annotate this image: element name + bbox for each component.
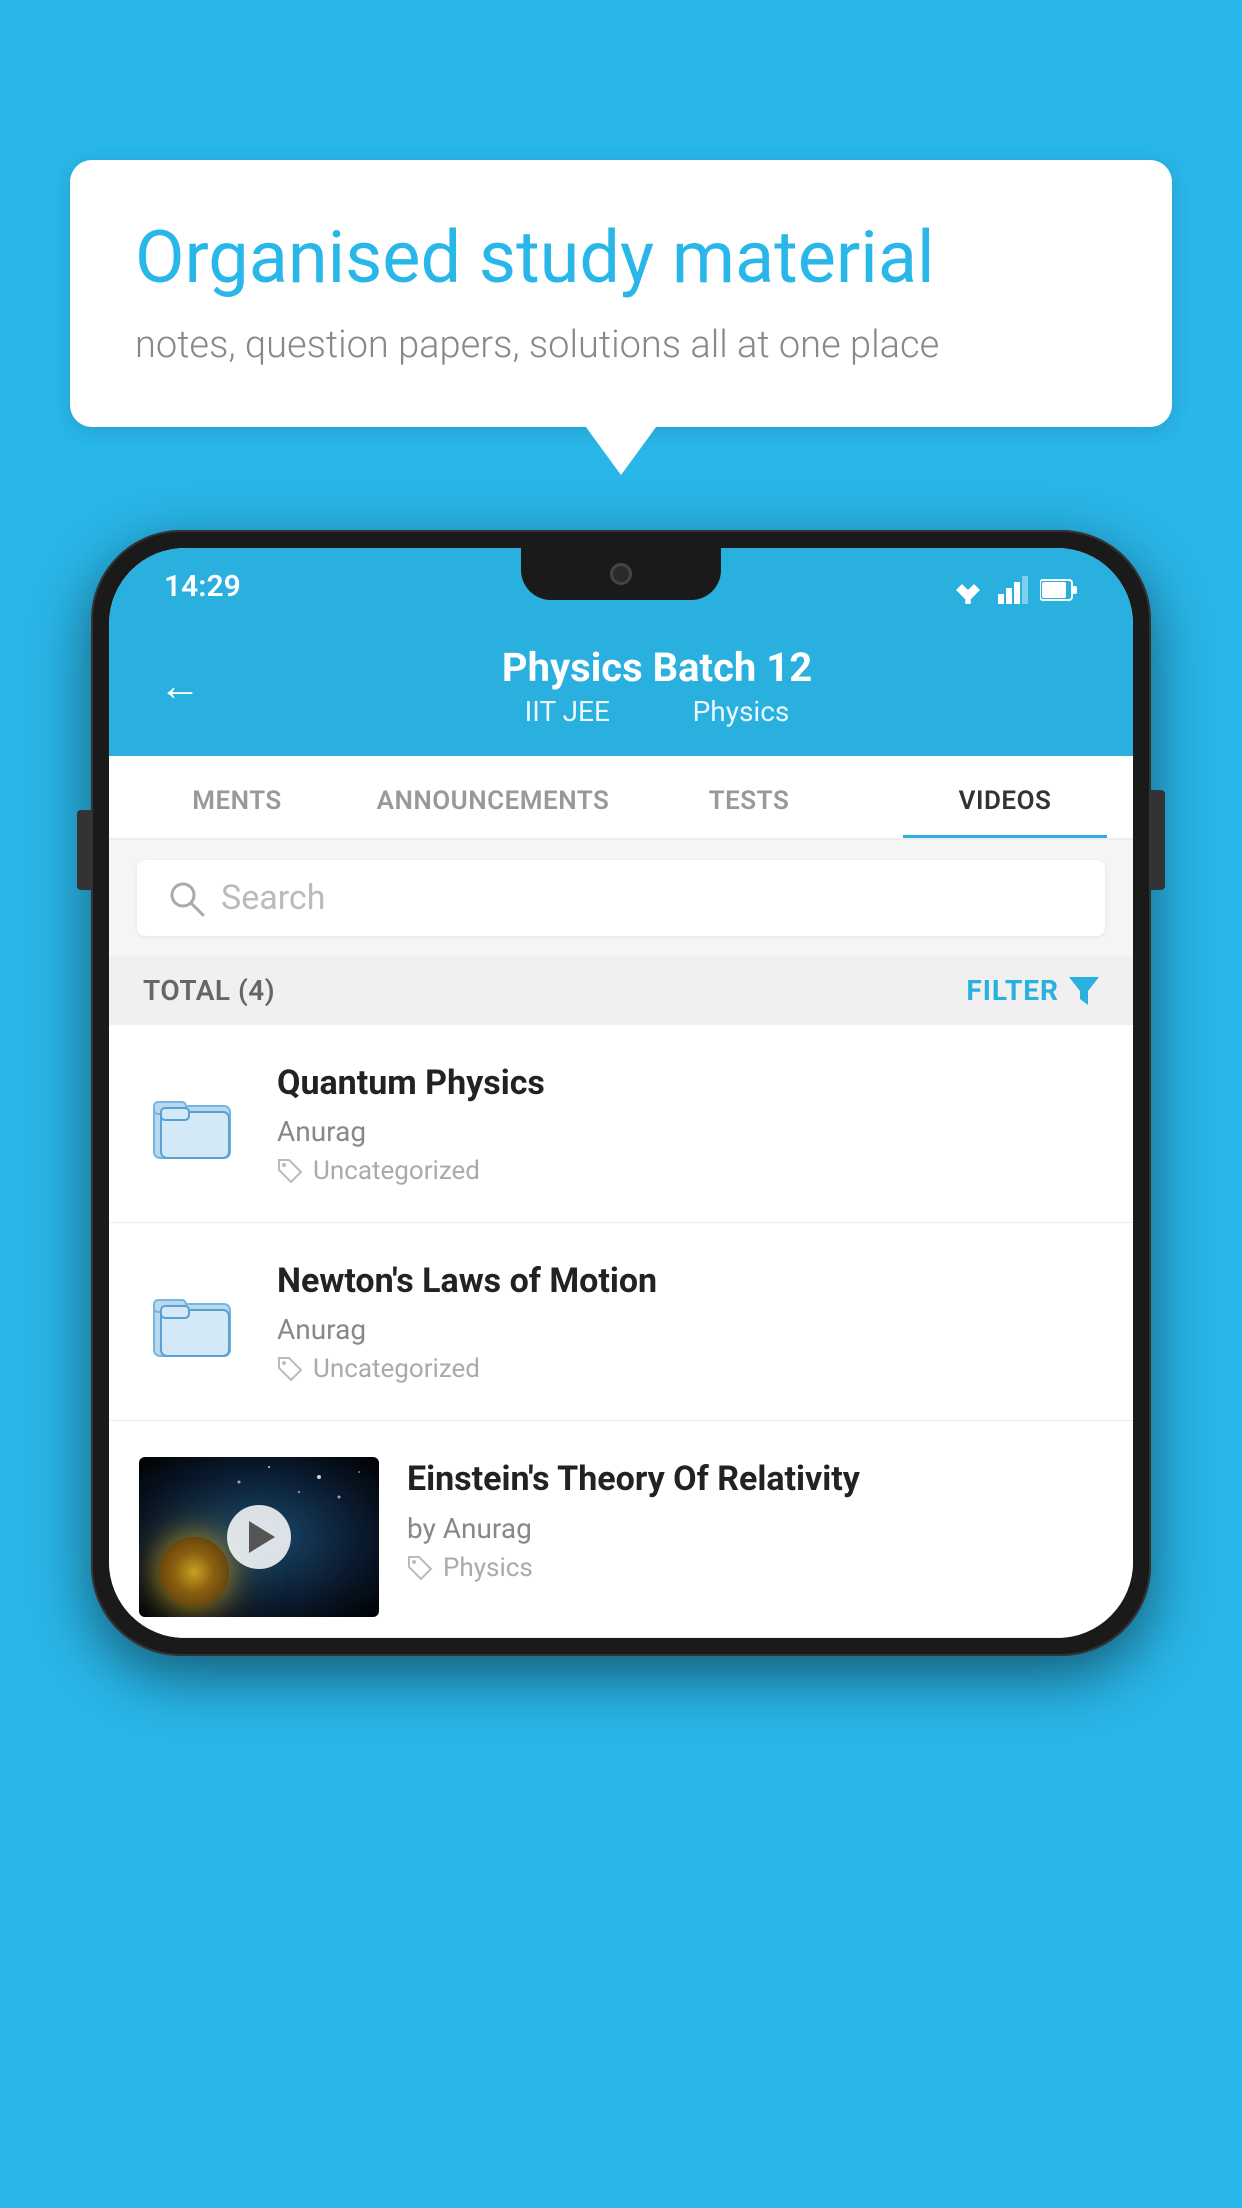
tag-icon — [407, 1555, 433, 1581]
list-item[interactable]: Newton's Laws of Motion Anurag Uncategor… — [109, 1223, 1133, 1421]
folder-icon-wrap — [139, 1272, 249, 1372]
batch-title: Physics Batch 12 — [231, 644, 1083, 691]
search-placeholder-text: Search — [221, 878, 325, 918]
speech-bubble-subtext: notes, question papers, solutions all at… — [135, 323, 1107, 367]
video-title: Newton's Laws of Motion — [277, 1259, 1103, 1303]
video-thumbnail — [139, 1457, 379, 1617]
einstein-tag: Physics — [407, 1553, 1103, 1583]
filter-row: TOTAL (4) FILTER — [109, 956, 1133, 1025]
subtitle-separator — [641, 695, 662, 728]
search-icon — [167, 879, 205, 917]
speech-bubble-section: Organised study material notes, question… — [70, 160, 1172, 427]
play-button-overlay[interactable] — [227, 1505, 291, 1569]
phone-outer-frame: 14:29 — [91, 530, 1151, 1656]
folder-icon — [149, 1282, 239, 1362]
signal-icon — [998, 576, 1028, 604]
back-button[interactable]: ← — [159, 662, 201, 711]
video-tag: Uncategorized — [277, 1156, 1103, 1186]
list-item[interactable]: Einstein's Theory Of Relativity by Anura… — [109, 1421, 1133, 1638]
video-title: Quantum Physics — [277, 1061, 1103, 1105]
front-camera — [610, 563, 632, 585]
tab-ments[interactable]: MENTS — [109, 756, 365, 838]
video-author: Anurag — [277, 1313, 1103, 1346]
video-tag: Uncategorized — [277, 1354, 1103, 1384]
video-author: Anurag — [277, 1115, 1103, 1148]
status-icons — [950, 576, 1078, 604]
folder-icon — [149, 1084, 239, 1164]
einstein-author: by Anurag — [407, 1512, 1103, 1545]
video-info: Quantum Physics Anurag Uncategorized — [277, 1061, 1103, 1186]
app-header: ← Physics Batch 12 IIT JEE Physics — [109, 616, 1133, 756]
filter-funnel-icon — [1069, 977, 1099, 1005]
einstein-row: Einstein's Theory Of Relativity by Anura… — [139, 1457, 1103, 1617]
battery-icon — [1040, 578, 1078, 602]
wifi-icon — [950, 576, 986, 604]
tab-announcements[interactable]: ANNOUNCEMENTS — [365, 756, 621, 838]
einstein-info: Einstein's Theory Of Relativity by Anura… — [407, 1457, 1103, 1582]
list-item[interactable]: Quantum Physics Anurag Uncategorized — [109, 1025, 1133, 1223]
search-bar-wrapper: Search — [109, 840, 1133, 956]
filter-button[interactable]: FILTER — [966, 974, 1099, 1007]
subtitle-physics: Physics — [693, 695, 790, 728]
tab-bar: MENTS ANNOUNCEMENTS TESTS VIDEOS — [109, 756, 1133, 840]
phone-notch — [521, 548, 721, 600]
video-title: Einstein's Theory Of Relativity — [407, 1457, 1103, 1501]
tag-text: Physics — [443, 1553, 533, 1583]
folder-icon-wrap — [139, 1074, 249, 1174]
phone-mockup: 14:29 — [91, 530, 1151, 1656]
video-list: Quantum Physics Anurag Uncategorized — [109, 1025, 1133, 1638]
filter-label: FILTER — [966, 974, 1059, 1007]
tag-icon — [277, 1356, 303, 1382]
speech-bubble-heading: Organised study material — [135, 215, 1107, 301]
subtitle-iitjee: IIT JEE — [525, 695, 610, 728]
tag-text: Uncategorized — [313, 1354, 480, 1384]
search-bar[interactable]: Search — [137, 860, 1105, 936]
tab-videos[interactable]: VIDEOS — [877, 756, 1133, 838]
tag-text: Uncategorized — [313, 1156, 480, 1186]
play-triangle-icon — [249, 1521, 275, 1553]
batch-subtitle: IIT JEE Physics — [231, 695, 1083, 728]
tab-tests[interactable]: TESTS — [621, 756, 877, 838]
total-count: TOTAL (4) — [143, 974, 275, 1007]
speech-bubble-card: Organised study material notes, question… — [70, 160, 1172, 427]
video-info: Newton's Laws of Motion Anurag Uncategor… — [277, 1259, 1103, 1384]
tag-icon — [277, 1158, 303, 1184]
header-title-block: Physics Batch 12 IIT JEE Physics — [231, 644, 1083, 728]
phone-screen: 14:29 — [109, 548, 1133, 1638]
